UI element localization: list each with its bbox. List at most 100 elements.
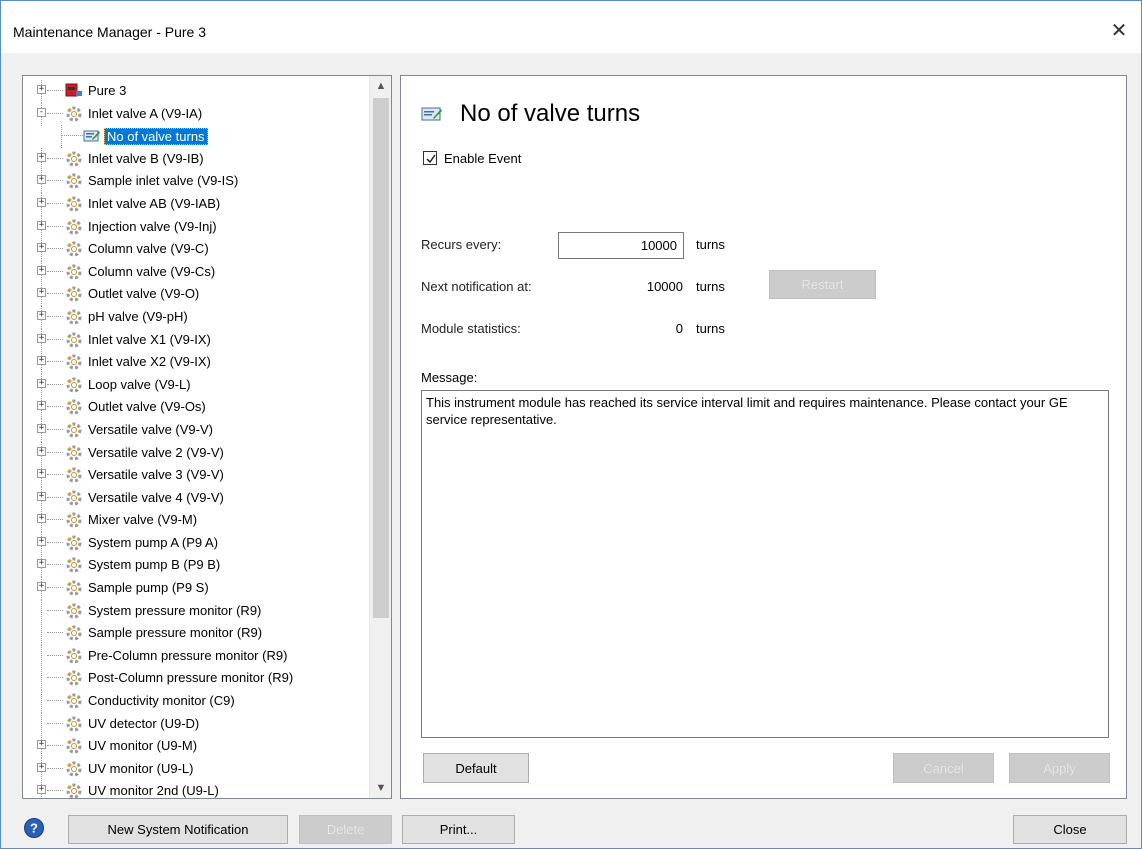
tree-item[interactable]: + Loop valve (V9-L)	[23, 373, 368, 397]
expand-icon[interactable]: +	[37, 446, 46, 456]
module-statistics-value: 0	[675, 321, 683, 336]
expand-icon[interactable]: +	[37, 152, 46, 162]
tree-connector	[47, 383, 63, 385]
tree-item-label: UV detector (U9-D)	[88, 715, 200, 731]
tree-item[interactable]: + Column valve (V9-Cs)	[23, 260, 368, 284]
tree-item-label: Inlet valve A (V9-IA)	[88, 105, 203, 121]
expand-icon[interactable]: +	[37, 582, 46, 592]
expand-icon[interactable]: +	[37, 197, 46, 207]
tree-item[interactable]: + Versatile valve (V9-V)	[23, 418, 368, 442]
expand-icon[interactable]: +	[37, 288, 46, 298]
print-button[interactable]: Print...	[402, 815, 515, 844]
tree-item[interactable]: + UV monitor 2nd (U9-L)	[23, 780, 368, 798]
tree-item[interactable]: + Pure 3	[23, 80, 368, 103]
tree-item[interactable]: + pH valve (V9-pH)	[23, 305, 368, 329]
recurs-every-label: Recurs every:	[421, 237, 502, 252]
tree-item[interactable]: Sample pressure monitor (R9)	[23, 622, 368, 646]
tree-connector	[47, 112, 63, 114]
scroll-down-icon[interactable]: ▼	[370, 778, 391, 798]
tree-item-label: System pressure monitor (R9)	[88, 602, 262, 618]
expand-icon[interactable]: +	[37, 378, 46, 388]
close-window-icon[interactable]: ✕	[1105, 17, 1133, 45]
system-icon	[65, 83, 82, 97]
tree-item[interactable]: + Versatile valve 4 (V9-V)	[23, 486, 368, 510]
expand-icon[interactable]: +	[37, 559, 46, 569]
apply-button[interactable]: Apply	[1009, 753, 1110, 783]
tree-item[interactable]: + Versatile valve 3 (V9-V)	[23, 464, 368, 488]
tree-item[interactable]: Post-Column pressure monitor (R9)	[23, 667, 368, 691]
scroll-thumb[interactable]	[373, 98, 389, 618]
tree-item-label: Outlet valve (V9-O)	[88, 286, 200, 302]
expand-icon[interactable]: +	[37, 243, 46, 253]
expand-icon[interactable]: +	[37, 333, 46, 343]
expand-icon[interactable]: +	[37, 401, 46, 411]
module-icon	[66, 422, 82, 438]
tree-item[interactable]: + Mixer valve (V9-M)	[23, 509, 368, 533]
tree-item[interactable]: + System pump A (P9 A)	[23, 531, 368, 555]
tree-item[interactable]: + Sample pump (P9 S)	[23, 577, 368, 601]
module-icon	[66, 625, 82, 641]
expand-icon[interactable]: +	[37, 356, 46, 366]
tree-connector	[47, 428, 63, 430]
tree-item-label: No of valve turns	[104, 128, 208, 146]
message-textarea[interactable]: This instrument module has reached its s…	[421, 390, 1109, 738]
tree-item[interactable]: + System pump B (P9 B)	[23, 554, 368, 578]
close-button[interactable]: Close	[1013, 815, 1127, 844]
tree-item[interactable]: No of valve turns	[23, 125, 368, 149]
tree-item[interactable]: - Inlet valve A (V9-IA)	[23, 102, 368, 126]
cancel-button[interactable]: Cancel	[893, 753, 994, 783]
scroll-up-icon[interactable]: ▲	[370, 76, 391, 96]
module-icon	[66, 535, 82, 551]
tree-connector	[47, 225, 63, 227]
expand-icon[interactable]: +	[37, 740, 46, 750]
tree-item[interactable]: Conductivity monitor (C9)	[23, 690, 368, 714]
tree-item[interactable]: + Inlet valve X2 (V9-IX)	[23, 351, 368, 375]
expand-icon[interactable]: +	[37, 469, 46, 479]
enable-event-checkbox[interactable]	[423, 151, 437, 165]
tree-item[interactable]: Pre-Column pressure monitor (R9)	[23, 644, 368, 668]
tree-list: + Pure 3 - Inlet valve A (V9-IA) No of valve…	[23, 80, 368, 798]
recurs-unit: turns	[696, 237, 725, 252]
tree-connector	[47, 700, 63, 702]
tree-item-label: Conductivity monitor (C9)	[88, 693, 235, 709]
tree-item[interactable]: System pressure monitor (R9)	[23, 599, 368, 623]
module-icon	[66, 490, 82, 506]
tree-item-label: Inlet valve B (V9-IB)	[88, 150, 204, 166]
tree-item[interactable]: + Inlet valve X1 (V9-IX)	[23, 328, 368, 352]
expand-icon[interactable]: +	[37, 514, 46, 524]
default-button[interactable]: Default	[423, 753, 529, 783]
tree-item[interactable]: + UV monitor (U9-L)	[23, 757, 368, 781]
tree-item[interactable]: + Inlet valve AB (V9-IAB)	[23, 192, 368, 216]
expand-icon[interactable]: +	[37, 491, 46, 501]
restart-button[interactable]: Restart	[769, 270, 876, 299]
tree-item[interactable]: + Sample inlet valve (V9-IS)	[23, 170, 368, 194]
tree-item[interactable]: + Column valve (V9-C)	[23, 238, 368, 262]
help-icon[interactable]: ?	[23, 817, 45, 839]
expand-icon[interactable]: +	[37, 310, 46, 320]
tree-item[interactable]: + Injection valve (V9-Inj)	[23, 215, 368, 239]
expand-icon[interactable]: +	[37, 785, 46, 795]
event-icon	[421, 107, 442, 121]
expand-icon[interactable]: +	[37, 536, 46, 546]
tree-guide-line	[41, 644, 42, 668]
collapse-icon[interactable]: -	[37, 107, 46, 117]
tree-item[interactable]: + Inlet valve B (V9-IB)	[23, 147, 368, 171]
recurs-every-input[interactable]	[558, 232, 684, 259]
tree-item[interactable]: UV detector (U9-D)	[23, 712, 368, 736]
expand-icon[interactable]: +	[37, 265, 46, 275]
tree-item[interactable]: + Versatile valve 2 (V9-V)	[23, 441, 368, 465]
expand-icon[interactable]: +	[37, 175, 46, 185]
expand-icon[interactable]: +	[37, 220, 46, 230]
tree-scrollbar[interactable]: ▲ ▼	[369, 76, 391, 798]
expand-icon[interactable]: +	[37, 423, 46, 433]
next-notification-value: 10000	[646, 279, 683, 294]
enable-event-label[interactable]: Enable Event	[444, 151, 521, 166]
tree-item[interactable]: + UV monitor (U9-M)	[23, 735, 368, 759]
new-system-notification-button[interactable]: New System Notification	[68, 815, 288, 844]
delete-button[interactable]: Delete	[299, 815, 392, 844]
expand-icon[interactable]: +	[37, 85, 46, 94]
module-tree[interactable]: + Pure 3 - Inlet valve A (V9-IA) No of valve…	[22, 75, 392, 799]
tree-item[interactable]: + Outlet valve (V9-O)	[23, 283, 368, 307]
tree-item[interactable]: + Outlet valve (V9-Os)	[23, 396, 368, 420]
expand-icon[interactable]: +	[37, 762, 46, 772]
